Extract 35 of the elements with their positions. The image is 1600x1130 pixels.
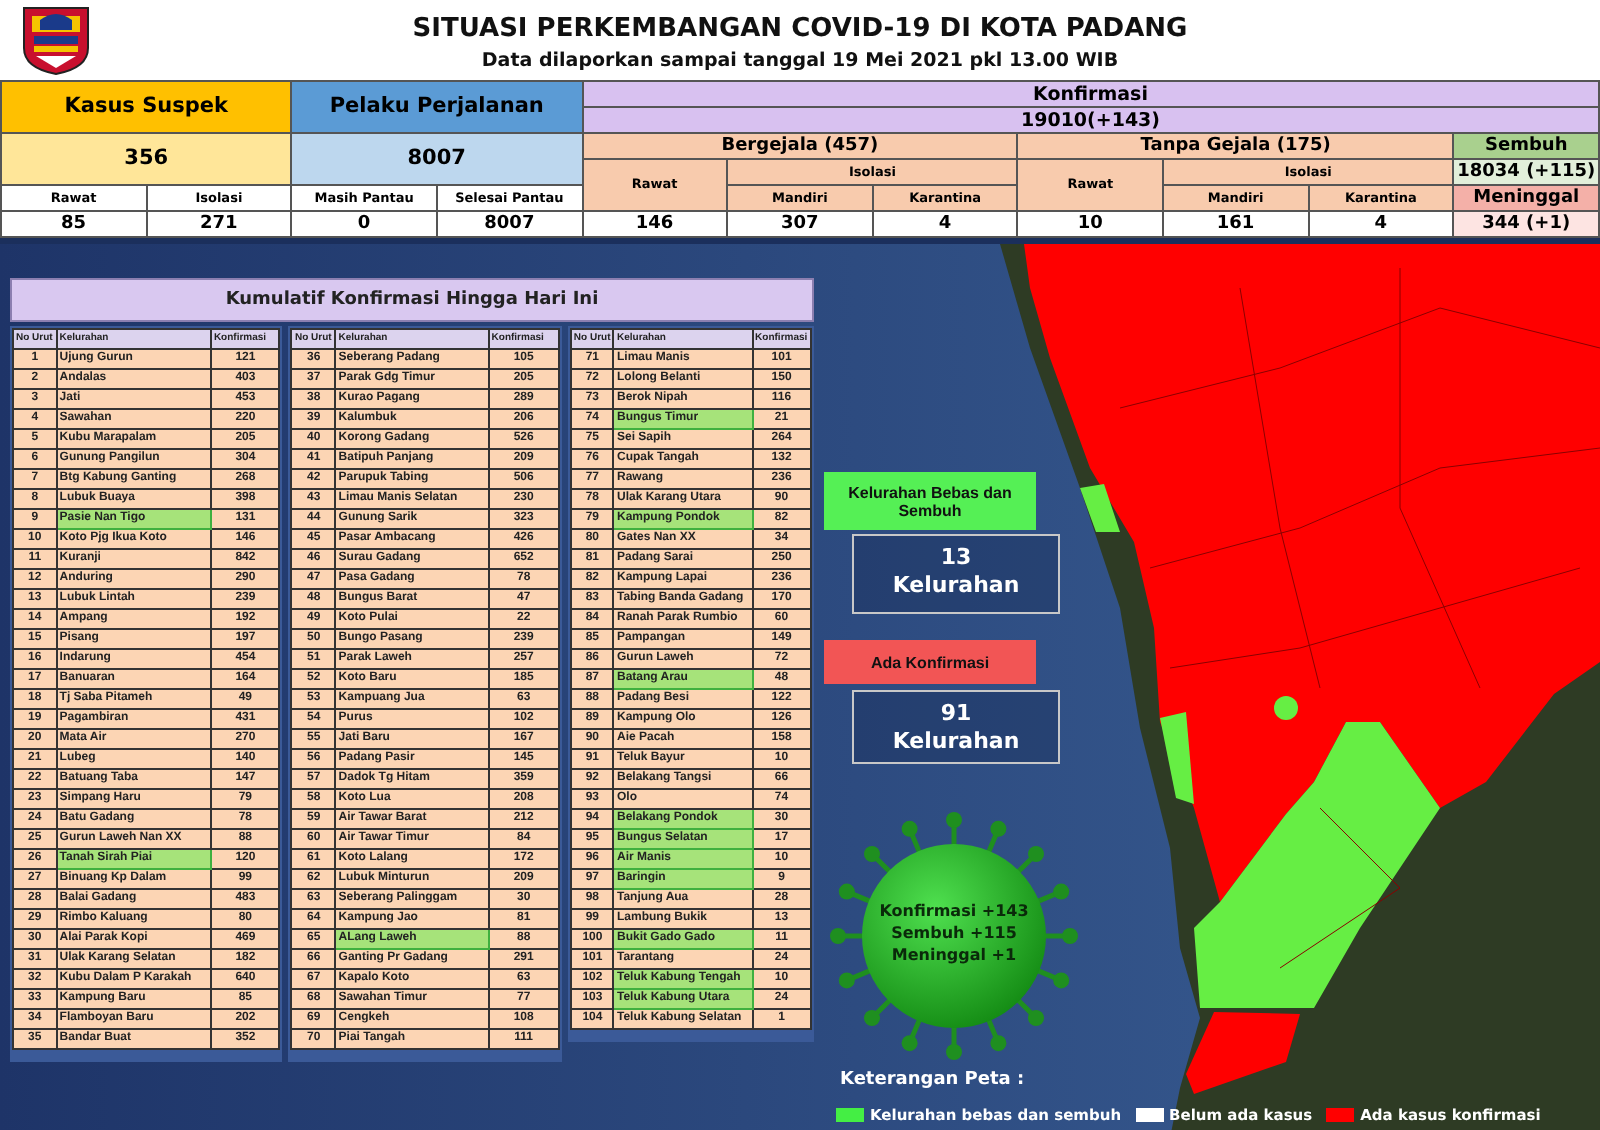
confirmed-total: 19010(+143) <box>582 107 1599 133</box>
count-unit: Kelurahan <box>892 728 1020 756</box>
recovered-total: 18034 (+115) <box>1453 159 1599 185</box>
status-label: Kelurahan Bebas dan Sembuh <box>824 472 1036 530</box>
suspect-header: Kasus Suspek <box>1 81 292 133</box>
value-cell: 146 <box>582 211 728 237</box>
value-cell: 271 <box>146 211 292 237</box>
travelers-header: Pelaku Perjalanan <box>291 81 582 133</box>
value-cell: 8007 <box>436 211 582 237</box>
count-number: 91 <box>940 700 972 728</box>
confirmed-header: Konfirmasi <box>582 81 1599 107</box>
group-header: Tanpa Gejala (175) <box>1017 133 1454 159</box>
report-date: Data dilaporkan sampai tanggal 19 Mei 2021 pkl 13.00 WIB <box>481 49 1119 71</box>
deaths-header: Meninggal <box>1453 185 1599 211</box>
recovered-header: Sembuh <box>1453 133 1599 159</box>
panel-title: Kumulatif Konfirmasi Hingga Hari Ini <box>10 278 814 322</box>
travelers-total: 8007 <box>291 133 582 185</box>
deaths-total: 344 (+1) <box>1453 211 1599 237</box>
suspect-total: 356 <box>1 133 292 185</box>
count-unit: Kelurahan <box>892 572 1020 600</box>
page-title: SITUASI PERKEMBANGAN COVID-19 DI KOTA PADANG <box>412 13 1188 43</box>
value-cell: 10 <box>1017 211 1163 237</box>
count-number: 13 <box>940 544 972 572</box>
legend-title: Keterangan Peta : <box>840 1070 1025 1090</box>
group-header: Bergejala (457) <box>582 133 1018 159</box>
value-cell: 0 <box>291 211 437 237</box>
value-cell: 4 <box>1308 211 1454 237</box>
value-cell: 85 <box>1 211 147 237</box>
value-cell: 161 <box>1163 211 1309 237</box>
update-text: Sembuh +115 <box>891 922 1017 944</box>
status-label: Ada Konfirmasi <box>824 640 1036 684</box>
value-cell: 4 <box>872 211 1018 237</box>
update-text: Meninggal +1 <box>891 944 1017 966</box>
update-text: Konfirmasi +143 <box>879 900 1029 922</box>
value-cell: 307 <box>727 211 873 237</box>
